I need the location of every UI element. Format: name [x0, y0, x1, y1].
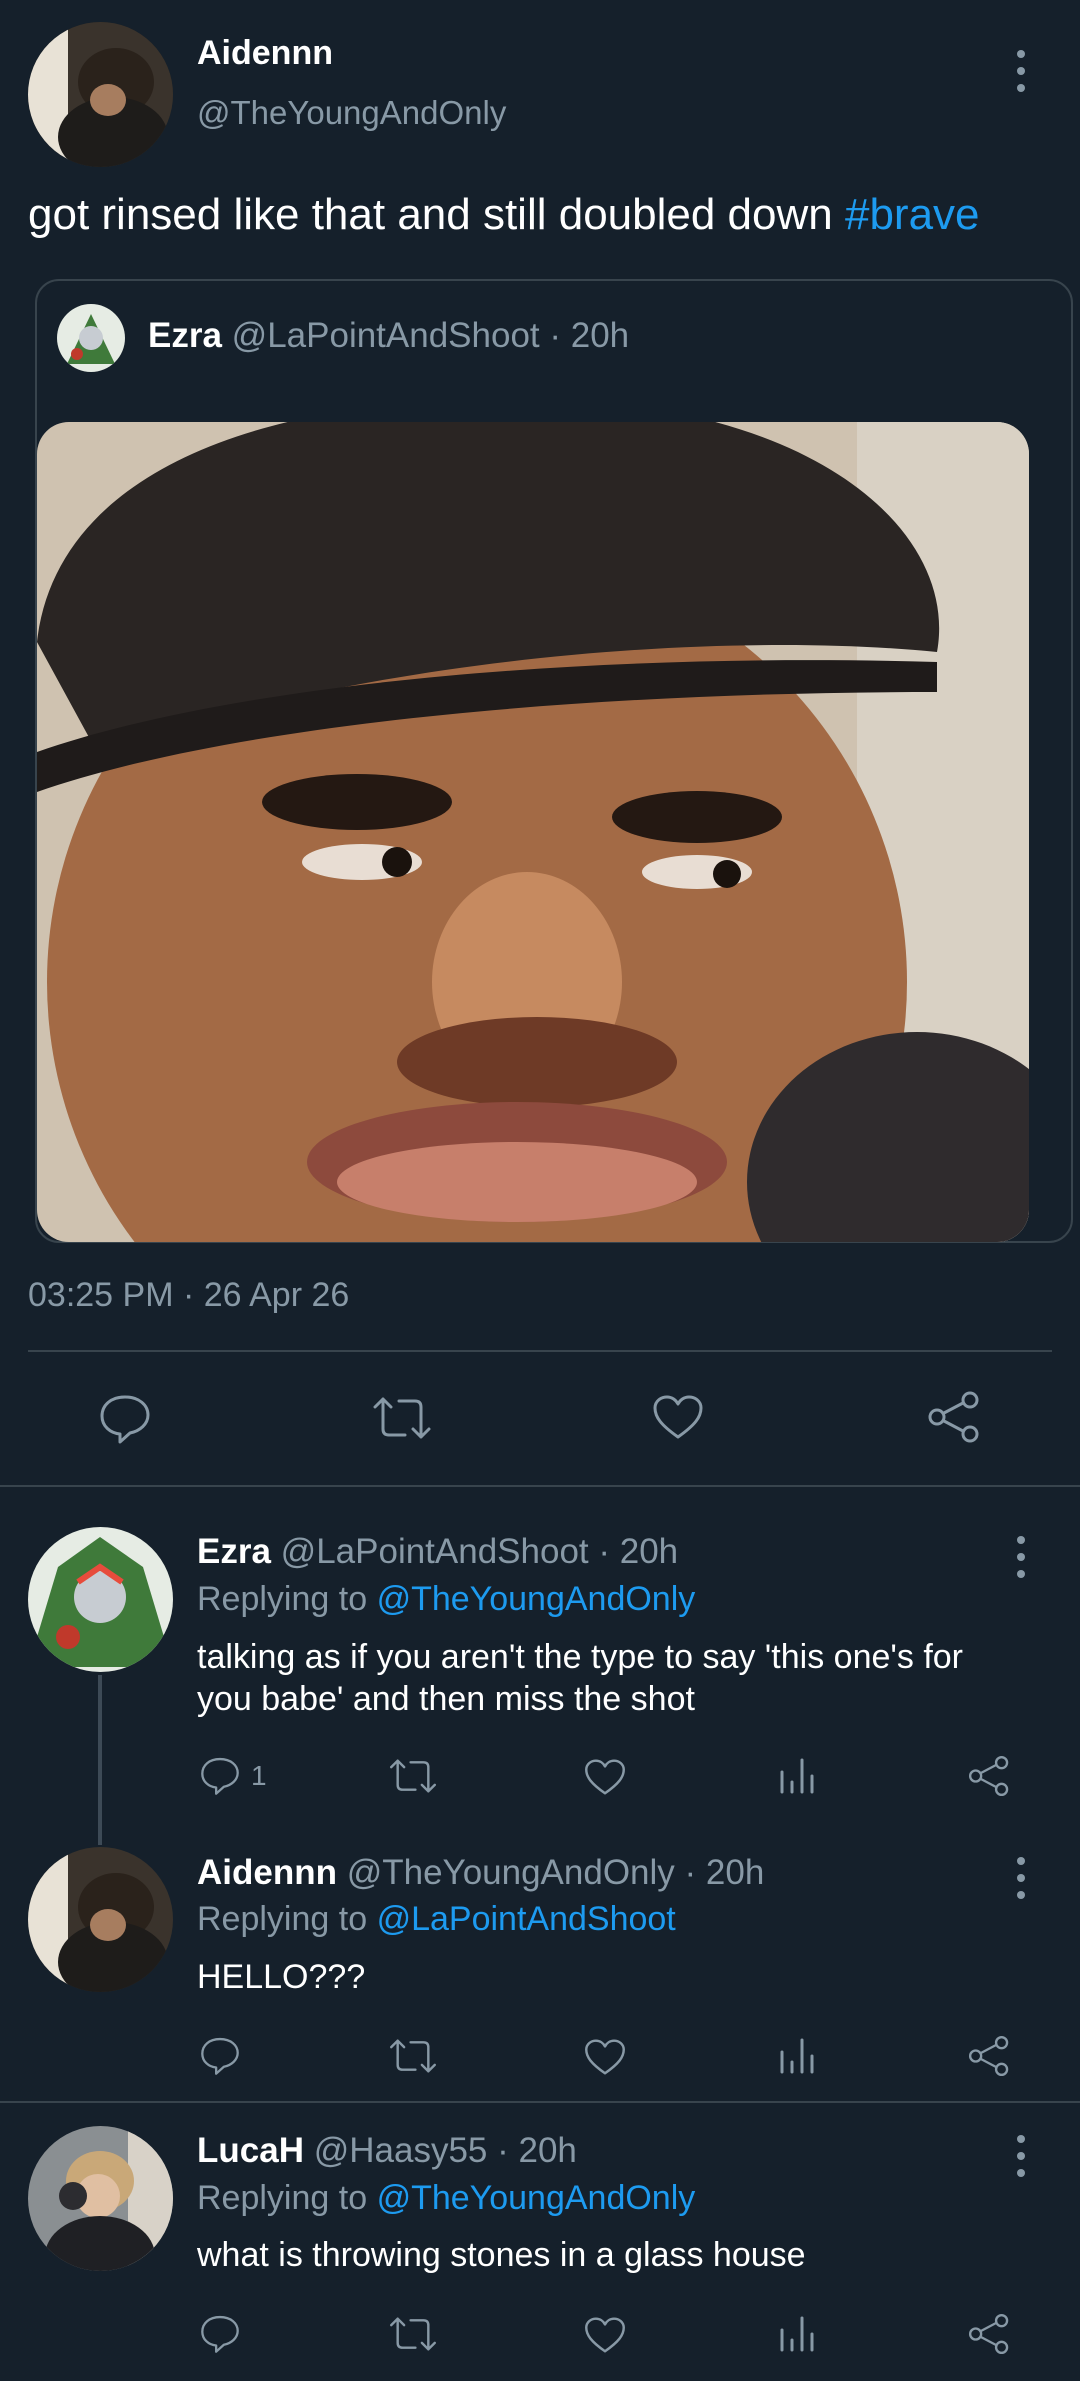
share-icon: [968, 1755, 1009, 1797]
heart-icon: [585, 1759, 625, 1795]
main-retweet-button[interactable]: [371, 1395, 433, 1441]
avatar-photo: [28, 22, 173, 167]
reply3-replying-to: Replying to @TheYoungAndOnly: [197, 2179, 695, 2218]
avatar-illustration: [57, 304, 125, 372]
reply2-avatar[interactable]: [28, 1847, 173, 1992]
reply-icon: [201, 1757, 239, 1795]
reply1-share-button[interactable]: [967, 1754, 1011, 1798]
reply3-share-button[interactable]: [967, 2312, 1011, 2356]
reply-icon: [201, 2037, 239, 2075]
retweet-icon: [390, 1759, 436, 1793]
avatar-photo: [28, 2126, 173, 2271]
retweet-icon: [373, 1397, 431, 1439]
reply1-header: Ezra @LaPointAndShoot · 20h: [197, 1532, 678, 1572]
main-display-name[interactable]: Aidennn: [197, 34, 333, 73]
reply3-display-name[interactable]: LucaH: [197, 2131, 304, 2170]
reply1-text: talking as if you aren't the type to say…: [197, 1638, 963, 1718]
reply3-analytics-button[interactable]: [778, 2314, 816, 2354]
quoted-tweet-header: Ezra @LaPointAndShoot · 20h: [148, 316, 629, 356]
main-author-avatar[interactable]: [28, 22, 173, 167]
reply2-more-icon[interactable]: [1011, 1857, 1031, 1899]
quoted-display-name[interactable]: Ezra: [148, 316, 222, 355]
main-share-button[interactable]: [926, 1390, 982, 1444]
reply3-more-icon[interactable]: [1011, 2135, 1031, 2177]
reply3-like-button[interactable]: [583, 2315, 627, 2355]
reply3-avatar[interactable]: [28, 2126, 173, 2271]
reply3-reply-button[interactable]: [199, 2314, 241, 2354]
replying-mention[interactable]: @LaPointAndShoot: [377, 1900, 676, 1938]
tweet-body: got rinsed like that and still doubled d…: [28, 190, 833, 239]
thread-line: [98, 1675, 102, 1845]
share-icon: [928, 1391, 979, 1443]
heart-icon: [585, 2317, 625, 2353]
reply3-text: what is throwing stones in a glass house: [197, 2236, 806, 2274]
reply2-like-button[interactable]: [583, 2037, 627, 2077]
share-icon: [968, 2313, 1009, 2355]
tweet-timestamp: 03:25 PM · 26 Apr 26: [28, 1276, 350, 1314]
reply-icon: [201, 2315, 239, 2353]
reply2-retweet-button[interactable]: [388, 2037, 438, 2075]
quoted-author-avatar[interactable]: [57, 304, 125, 372]
replying-label: Replying to: [197, 2179, 368, 2217]
reply1-handle-time[interactable]: @LaPointAndShoot · 20h: [281, 1532, 678, 1571]
main-like-button[interactable]: [651, 1393, 705, 1441]
reply-icon: [100, 1395, 150, 1444]
main-handle[interactable]: @TheYoungAndOnly: [197, 94, 506, 132]
main-reply-button[interactable]: [98, 1393, 152, 1445]
reply2-analytics-button[interactable]: [778, 2036, 816, 2076]
replying-label: Replying to: [197, 1580, 368, 1618]
reply2-handle-time[interactable]: @TheYoungAndOnly · 20h: [347, 1853, 765, 1892]
reply1-avatar[interactable]: [28, 1527, 173, 1672]
replying-mention[interactable]: @TheYoungAndOnly: [377, 2179, 696, 2217]
replying-mention[interactable]: @TheYoungAndOnly: [377, 1580, 696, 1618]
analytics-icon: [780, 2038, 814, 2074]
reply2-reply-button[interactable]: [199, 2036, 241, 2076]
reply1-display-name[interactable]: Ezra: [197, 1532, 271, 1571]
reply2-share-button[interactable]: [967, 2034, 1011, 2078]
reply3-retweet-button[interactable]: [388, 2315, 438, 2353]
analytics-icon: [780, 1758, 814, 1794]
main-tweet-text: got rinsed like that and still doubled d…: [28, 190, 980, 240]
reply3-header: LucaH @Haasy55 · 20h: [197, 2131, 577, 2171]
heart-icon: [653, 1395, 703, 1439]
replying-label: Replying to: [197, 1900, 368, 1938]
quoted-handle-time[interactable]: @LaPointAndShoot · 20h: [232, 316, 629, 355]
retweet-icon: [390, 2317, 436, 2351]
heart-icon: [585, 2039, 625, 2075]
timestamp-divider: [28, 1350, 1052, 1352]
hashtag-link[interactable]: #brave: [845, 190, 980, 239]
avatar-illustration: [28, 1527, 173, 1672]
reply1-more-icon[interactable]: [1011, 1536, 1031, 1578]
main-more-icon[interactable]: [1011, 50, 1031, 92]
reply1-like-button[interactable]: [583, 1757, 627, 1797]
reply2-text: HELLO???: [197, 1958, 366, 1996]
share-icon: [968, 2035, 1009, 2077]
reply2-replying-to: Replying to @LaPointAndShoot: [197, 1900, 676, 1939]
reply3-handle-time[interactable]: @Haasy55 · 20h: [314, 2131, 577, 2170]
reply2-header: Aidennn @TheYoungAndOnly · 20h: [197, 1853, 764, 1893]
photo-of-face: [37, 422, 1029, 1242]
reply-count: 1: [251, 1760, 267, 1791]
quoted-tweet-image[interactable]: [37, 422, 1029, 1242]
retweet-icon: [390, 2039, 436, 2073]
reply1-reply-button[interactable]: 1: [199, 1756, 267, 1796]
reply2-display-name[interactable]: Aidennn: [197, 1853, 337, 1892]
analytics-icon: [780, 2316, 814, 2352]
section-divider: [0, 1485, 1080, 1487]
reply1-analytics-button[interactable]: [778, 1756, 816, 1796]
reply-divider: [0, 2101, 1080, 2103]
reply1-replying-to: Replying to @TheYoungAndOnly: [197, 1580, 695, 1619]
avatar-photo: [28, 1847, 173, 1992]
reply1-retweet-button[interactable]: [388, 1757, 438, 1795]
